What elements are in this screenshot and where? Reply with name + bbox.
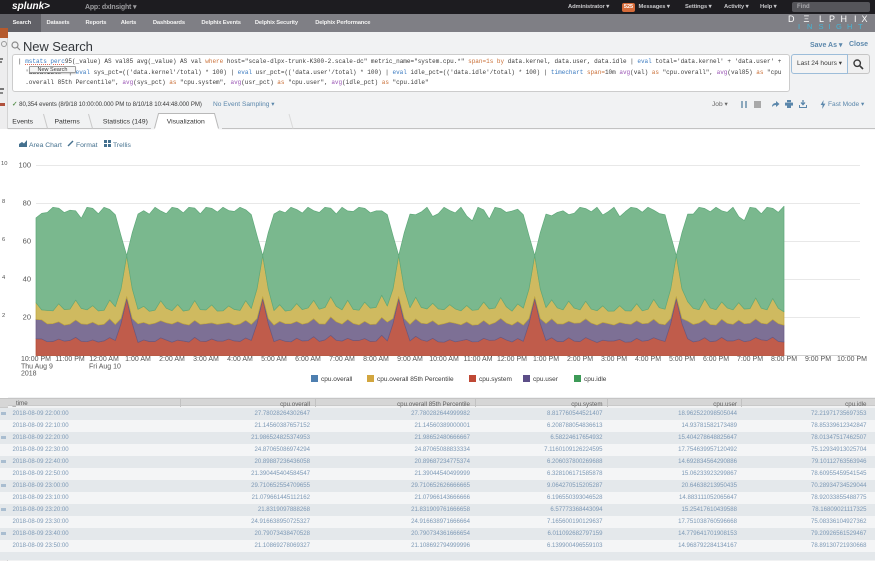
svg-text:40: 40: [23, 275, 31, 284]
svg-text:5:00 PM: 5:00 PM: [669, 356, 695, 363]
svg-text:Fri Aug 10: Fri Aug 10: [89, 364, 121, 371]
svg-text:7:00 AM: 7:00 AM: [329, 356, 355, 363]
svg-text:11:00 PM: 11:00 PM: [55, 356, 85, 363]
svg-text:11:00 AM: 11:00 AM: [463, 356, 492, 363]
svg-text:9:00 PM: 9:00 PM: [805, 356, 831, 363]
svg-text:2:00 AM: 2:00 AM: [159, 356, 185, 363]
svg-text:8:00 PM: 8:00 PM: [771, 356, 797, 363]
svg-text:12:00 AM: 12:00 AM: [89, 356, 119, 363]
svg-text:6:00 AM: 6:00 AM: [295, 356, 321, 363]
svg-text:6:00 PM: 6:00 PM: [703, 356, 729, 363]
svg-text:Events: Events: [12, 119, 33, 126]
svg-text:Visualization: Visualization: [167, 119, 205, 126]
svg-text:4:00 AM: 4:00 AM: [227, 356, 253, 363]
svg-text:2018: 2018: [21, 371, 37, 378]
svg-text:10:00 PM: 10:00 PM: [21, 356, 51, 363]
svg-text:Thu Aug 9: Thu Aug 9: [21, 364, 53, 371]
svg-text:Patterns: Patterns: [55, 119, 81, 126]
svg-text:4:00 PM: 4:00 PM: [635, 356, 661, 363]
svg-text:7:00 PM: 7:00 PM: [737, 356, 763, 363]
svg-text:1:00 AM: 1:00 AM: [125, 356, 151, 363]
svg-text:Statistics (149): Statistics (149): [103, 119, 148, 126]
svg-text:1:00 PM: 1:00 PM: [533, 356, 559, 363]
svg-text:60: 60: [23, 237, 31, 246]
svg-text:3:00 AM: 3:00 AM: [193, 356, 219, 363]
svg-text:3:00 PM: 3:00 PM: [601, 356, 627, 363]
svg-text:8:00 AM: 8:00 AM: [363, 356, 389, 363]
svg-text:20: 20: [23, 313, 31, 322]
svg-text:2:00 PM: 2:00 PM: [567, 356, 593, 363]
svg-text:100: 100: [18, 161, 31, 170]
svg-text:9:00 AM: 9:00 AM: [397, 356, 423, 363]
svg-text:5:00 AM: 5:00 AM: [261, 356, 287, 363]
svg-text:12:00 PM: 12:00 PM: [497, 356, 527, 363]
svg-text:10:00 AM: 10:00 AM: [429, 356, 459, 363]
svg-text:10:00 PM: 10:00 PM: [837, 356, 867, 363]
svg-text:80: 80: [23, 199, 31, 208]
